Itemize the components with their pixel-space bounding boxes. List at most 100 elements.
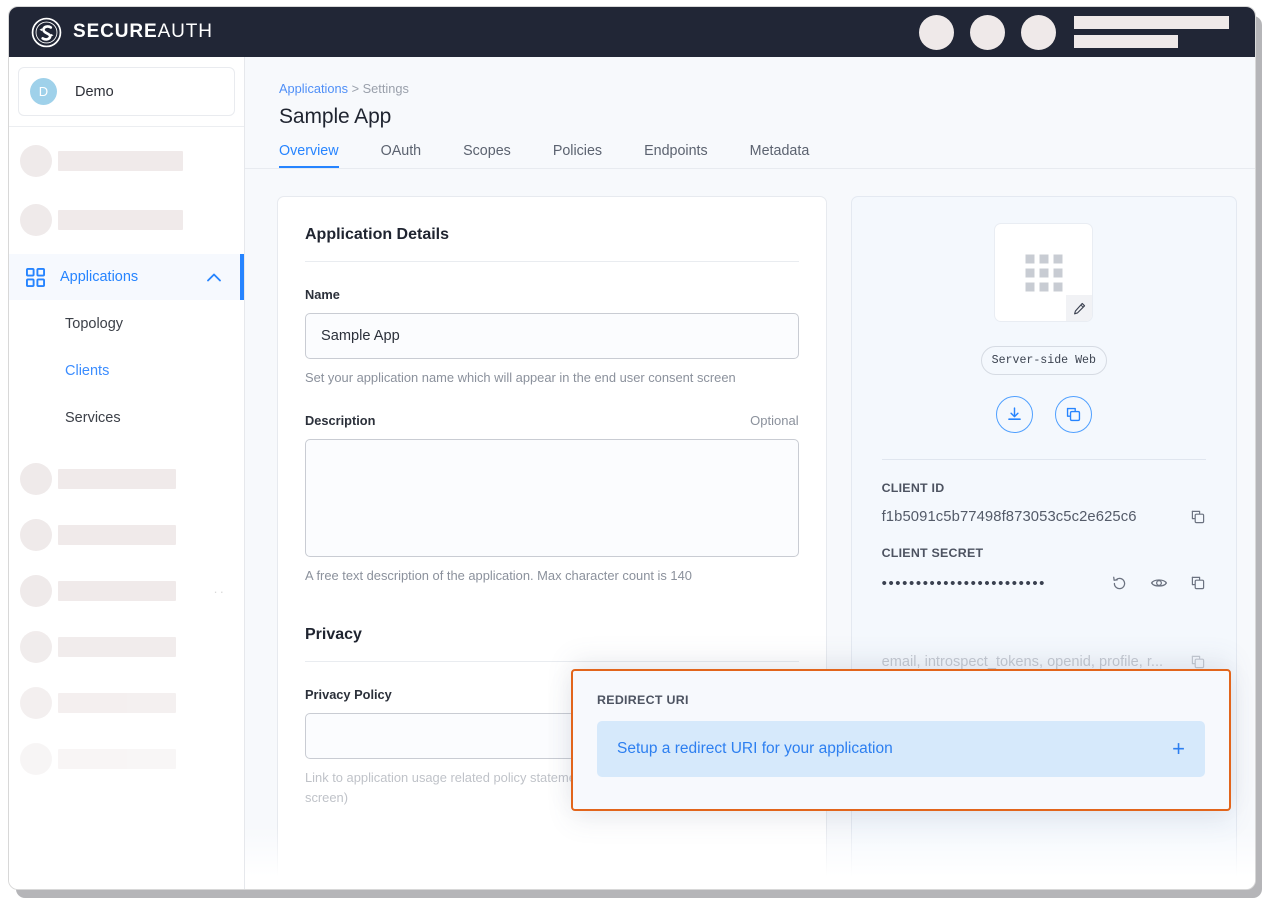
tenant-selector[interactable]: D Demo: [18, 67, 235, 116]
client-id-label: CLIENT ID: [881, 481, 945, 495]
tab-oauth[interactable]: OAuth: [381, 143, 422, 168]
tab-overview[interactable]: Overview: [279, 143, 339, 168]
app-logo-tile[interactable]: [994, 223, 1094, 322]
topbar-placeholder-circle[interactable]: [1021, 14, 1056, 50]
tab-policies[interactable]: Policies: [553, 143, 602, 168]
skeleton-label: [58, 469, 176, 489]
app-grid-placeholder-icon: [1025, 254, 1063, 291]
description-textarea[interactable]: [305, 439, 799, 557]
overflow-dots[interactable]: ··: [213, 584, 226, 599]
download-icon: [1007, 407, 1021, 420]
topbar-placeholder-bar: [1074, 35, 1178, 48]
brand-wordmark: SECUREAUTH: [73, 21, 213, 43]
sidebar-skeleton-item: [9, 456, 244, 502]
client-secret-masked-value: ••••••••••••••••••••••••: [881, 574, 1047, 592]
grid-icon: [26, 267, 45, 287]
edit-logo-button[interactable]: [1066, 295, 1093, 321]
main-content: Applications > Settings Sample App Overv…: [245, 57, 1255, 889]
redirect-uri-label: REDIRECT URI: [597, 693, 689, 707]
plus-icon: +: [1172, 736, 1185, 761]
tenant-avatar: D: [30, 78, 57, 105]
client-id-value: f1b5091c5b77498f873053c5c2e625c6: [881, 509, 1137, 525]
eye-icon: [1150, 579, 1168, 587]
copy-scopes-button[interactable]: [1190, 654, 1206, 670]
skeleton-label: [58, 637, 176, 657]
description-field-group: Description Optional A free text descrip…: [305, 413, 799, 586]
tab-bar: Overview OAuth Scopes Policies Endpoints…: [279, 143, 1255, 168]
client-type-badge: Server-side Web: [980, 346, 1107, 375]
sidebar-skeleton-item: [9, 197, 244, 243]
brand-logo-area[interactable]: SECUREAUTH: [31, 17, 213, 48]
sidebar-item-applications[interactable]: Applications: [9, 254, 244, 300]
sidebar-subitem-label: Services: [65, 409, 121, 426]
sidebar-item-services[interactable]: Services: [9, 394, 244, 441]
skeleton-avatar: [20, 519, 52, 551]
sidebar-subitem-label: Clients: [65, 362, 110, 379]
app-window: SECUREAUTH D Demo Applications Topology …: [8, 6, 1256, 890]
rotate-secret-button[interactable]: [1111, 575, 1128, 592]
topbar-placeholder-circle[interactable]: [970, 14, 1005, 50]
skeleton-avatar: [20, 631, 52, 663]
brand-wordmark-bold: SECURE: [73, 21, 158, 42]
setup-redirect-uri-button[interactable]: Setup a redirect URI for your applicatio…: [597, 721, 1205, 777]
panel-action-buttons: [882, 396, 1206, 433]
download-button[interactable]: [995, 396, 1033, 433]
skeleton-avatar: [20, 687, 52, 719]
rotate-counterclockwise-icon: [1113, 576, 1126, 589]
copy-icon: [1191, 576, 1205, 590]
sidebar-skeleton-item: [9, 138, 244, 184]
sidebar-skeleton-item: [9, 736, 244, 782]
top-bar: SECUREAUTH: [9, 7, 1255, 57]
skeleton-label: [58, 693, 176, 713]
scopes-row: email, introspect_tokens, openid, profil…: [882, 654, 1206, 670]
sidebar-item-topology[interactable]: Topology: [9, 300, 244, 347]
skeleton-avatar: [20, 204, 52, 236]
sidebar-skeleton-item: [9, 512, 244, 558]
privacy-policy-label: Privacy Policy: [305, 687, 392, 702]
panel-divider: [881, 459, 1206, 460]
skeleton-avatar: [20, 145, 52, 177]
skeleton-label: [58, 525, 176, 545]
pencil-icon: [1073, 302, 1085, 314]
copy-client-secret-button[interactable]: [1190, 575, 1206, 591]
breadcrumb-separator: >: [351, 81, 360, 96]
copy-icon: [1191, 510, 1205, 524]
breadcrumb: Applications > Settings: [279, 81, 1255, 96]
name-label: Name: [305, 287, 340, 302]
breadcrumb-current: Settings: [362, 81, 409, 96]
tab-scopes[interactable]: Scopes: [463, 143, 511, 168]
sidebar-item-label: Applications: [60, 269, 139, 285]
privacy-heading: Privacy: [305, 626, 799, 662]
tab-metadata[interactable]: Metadata: [750, 143, 810, 168]
sidebar-skeleton-item: ··: [9, 568, 244, 614]
skeleton-label: [58, 151, 183, 171]
tenant-name: Demo: [75, 83, 114, 100]
topbar-placeholder-bar: [1074, 16, 1229, 29]
brand-wordmark-light: AUTH: [157, 21, 213, 42]
sidebar: D Demo Applications Topology Clients Ser…: [9, 57, 245, 889]
description-help-text: A free text description of the applicati…: [305, 568, 692, 583]
secureauth-logo-icon: [31, 17, 62, 47]
client-id-row: f1b5091c5b77498f873053c5c2e625c6: [882, 509, 1206, 525]
page-title: Sample App: [279, 105, 392, 128]
chevron-up-icon[interactable]: [207, 273, 221, 282]
name-input[interactable]: Sample App: [305, 313, 799, 359]
topbar-placeholder-circle[interactable]: [919, 14, 954, 50]
client-secret-row: ••••••••••••••••••••••••: [882, 574, 1206, 592]
application-details-heading: Application Details: [305, 226, 799, 262]
page-header: Applications > Settings Sample App Overv…: [245, 57, 1255, 169]
sidebar-item-clients[interactable]: Clients: [9, 347, 244, 394]
name-field-group: Name Sample App Set your application nam…: [305, 287, 799, 388]
skeleton-avatar: [20, 463, 52, 495]
copy-all-button[interactable]: [1054, 396, 1092, 433]
redirect-uri-highlight-panel: REDIRECT URI Setup a redirect URI for yo…: [571, 669, 1231, 811]
reveal-secret-button[interactable]: [1150, 574, 1168, 592]
skeleton-avatar: [20, 575, 52, 607]
tab-endpoints[interactable]: Endpoints: [644, 143, 708, 168]
copy-client-id-button[interactable]: [1190, 509, 1206, 525]
copy-icon: [1066, 407, 1080, 422]
copy-icon: [1191, 655, 1205, 669]
sidebar-skeleton-item: [9, 624, 244, 670]
setup-redirect-uri-label: Setup a redirect URI for your applicatio…: [617, 740, 893, 757]
breadcrumb-link-applications[interactable]: Applications: [279, 81, 348, 96]
